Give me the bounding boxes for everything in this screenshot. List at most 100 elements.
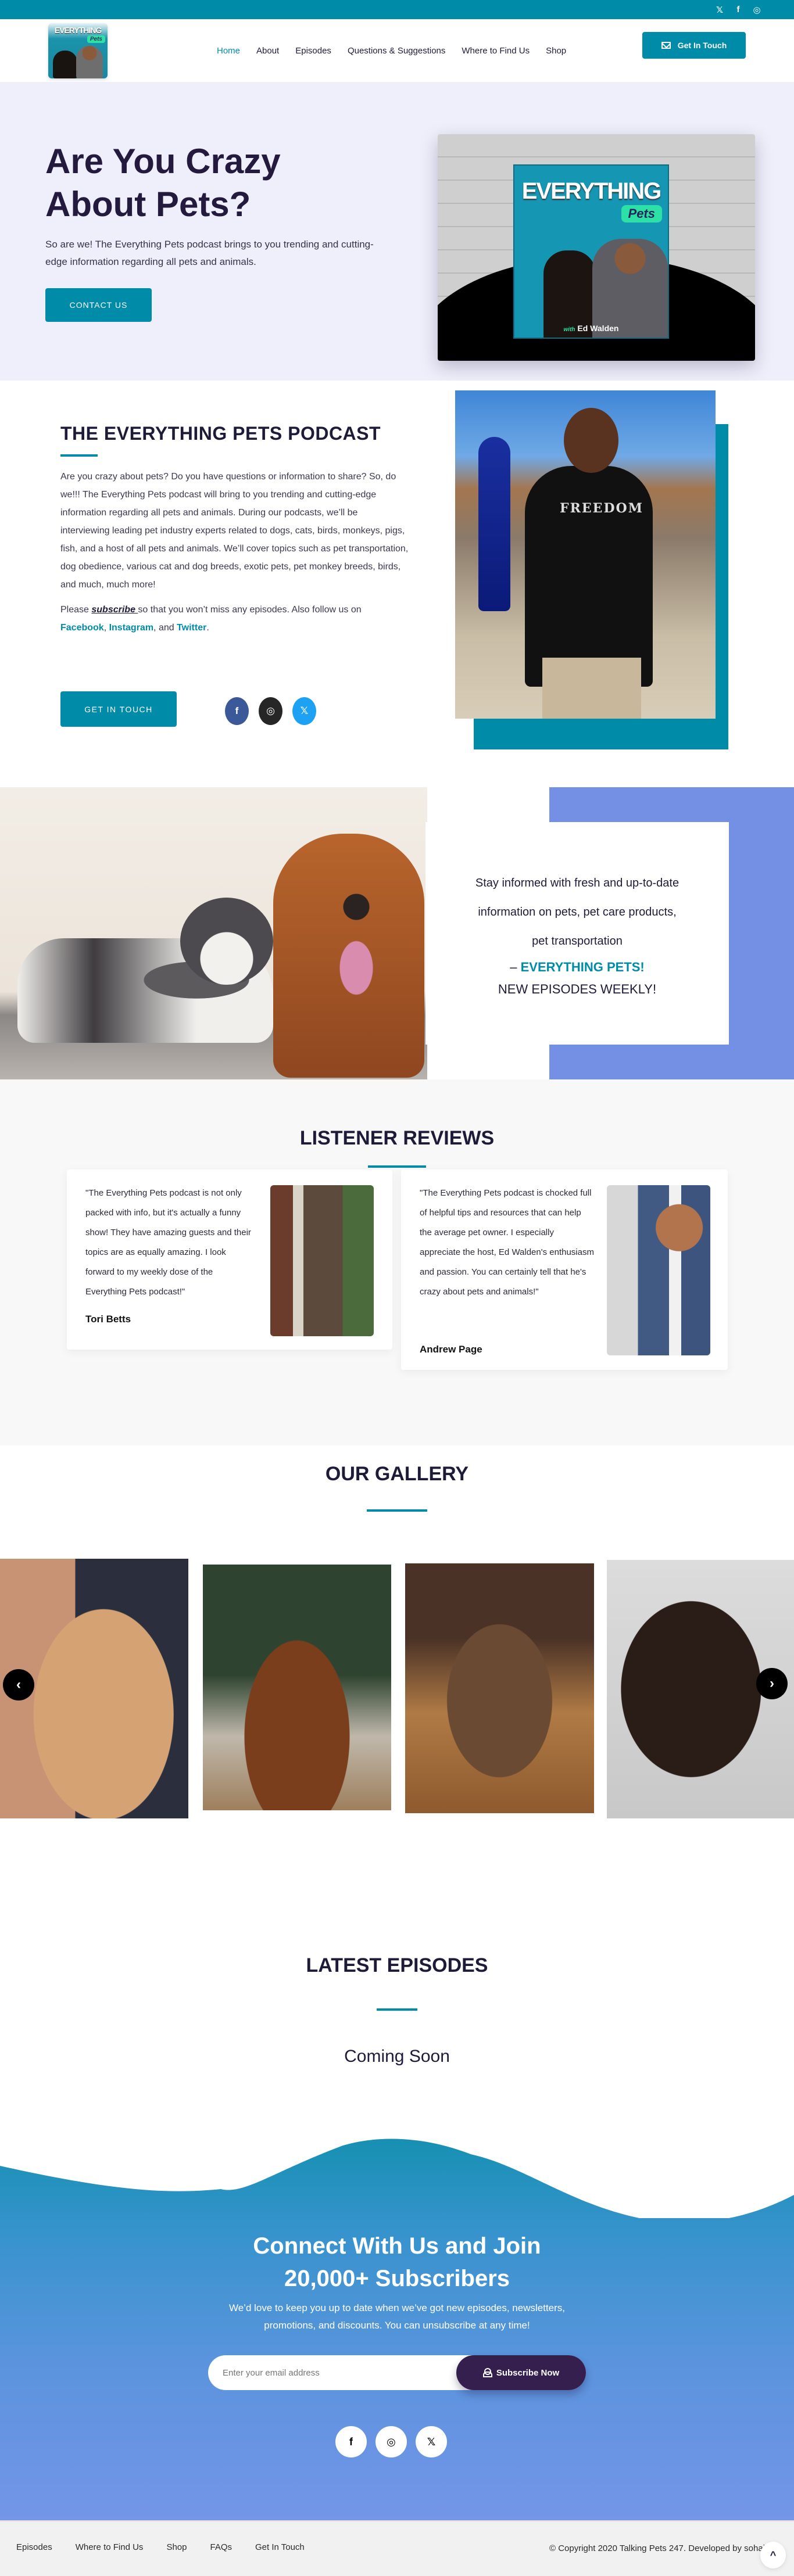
nav-about[interactable]: About (256, 46, 279, 56)
reviews-section: LISTENER REVIEWS "The Everything Pets po… (0, 1079, 794, 1445)
dog-shape (273, 834, 424, 1078)
instagram-icon[interactable]: ◎ (752, 5, 761, 15)
instagram-link[interactable]: Instagram (109, 623, 153, 633)
copyright-text: © Copyright 2020 Talking Pets 247. Devel… (549, 2543, 765, 2553)
episodes-title: LATEST EPISODES (306, 1954, 488, 1976)
text: so that you won’t miss any episodes. Als… (138, 605, 362, 615)
twitter-icon[interactable]: 𝕏 (292, 697, 316, 725)
top-bar: 𝕏 f ◎ (0, 0, 794, 19)
reviewer-name: Andrew Page (420, 1344, 482, 1355)
gallery-prev-button[interactable]: ‹ (3, 1669, 34, 1700)
hero-title-line2: About Pets? (45, 185, 251, 224)
nav-home[interactable]: Home (217, 46, 240, 56)
scroll-to-top-button[interactable]: ^ (760, 2542, 786, 2568)
facebook-icon[interactable]: f (225, 697, 249, 725)
facebook-icon[interactable]: f (335, 2426, 367, 2457)
gallery-image-3[interactable] (405, 1563, 594, 1813)
nav-where-to-find-us[interactable]: Where to Find Us (462, 46, 530, 56)
review-card: "The Everything Pets podcast is chocked … (401, 1169, 728, 1370)
gallery-image-2[interactable] (203, 1565, 391, 1810)
banner-line1: Stay informed with fresh and up-to-date (475, 877, 679, 889)
cover-title: EVERYTHING (521, 178, 662, 204)
subscribe-text-line1: We’d love to keep you up to date when we… (228, 2302, 566, 2313)
cover-badge: Pets (621, 205, 662, 223)
banner-card: Stay informed with fresh and up-to-date … (425, 822, 729, 1045)
subscribe-text: We’d love to keep you up to date when we… (0, 2299, 794, 2334)
reviewer-name: Tori Betts (85, 1314, 131, 1325)
footer-link-where-to-find-us[interactable]: Where to Find Us (76, 2542, 144, 2552)
twitter-link[interactable]: Twitter (177, 623, 206, 633)
logo-badge: Pets (87, 35, 105, 43)
facebook-icon[interactable]: f (734, 5, 743, 15)
subscribe-title: Connect With Us and Join 20,000+ Subscri… (0, 2230, 794, 2295)
about-social-icons: f ◎ 𝕏 (225, 697, 316, 725)
dash: – (510, 960, 521, 974)
envelope-icon (661, 42, 671, 49)
site-logo[interactable]: EVERYTHING Pets (48, 23, 108, 78)
instagram-icon[interactable]: ◎ (375, 2426, 407, 2457)
banner-highlight: – EVERYTHING PETS! (425, 956, 729, 979)
gallery-section: OUR GALLERY ‹ › (0, 1445, 794, 1933)
banner-line3: pet transportation (532, 935, 623, 948)
about-paragraph: Are you crazy about pets? Do you have qu… (60, 472, 409, 590)
highlight-text: EVERYTHING PETS! (520, 960, 645, 974)
podcast-cover: EVERYTHING Pets with Ed Walden (513, 164, 669, 339)
text: , and (153, 623, 177, 633)
review-card: "The Everything Pets podcast is not only… (67, 1169, 392, 1350)
text: . (206, 623, 209, 633)
podcast-cover-image: EVERYTHING Pets with Ed Walden (438, 134, 755, 361)
subscribe-link[interactable]: subscribe (91, 605, 138, 615)
shirt-shape (525, 466, 653, 687)
main-nav: Home About Episodes Questions & Suggesti… (217, 46, 582, 56)
subscribe-title-line1: Connect With Us and Join (253, 2233, 541, 2259)
twitter-icon[interactable]: 𝕏 (416, 2426, 447, 2457)
site-header: EVERYTHING Pets Home About Episodes Ques… (0, 19, 794, 82)
title-underline (60, 454, 98, 457)
get-in-touch-label: Get In Touch (677, 41, 727, 50)
get-in-touch-button[interactable]: Get In Touch (642, 32, 746, 59)
reviewer-photo (607, 1185, 710, 1355)
gallery-title: OUR GALLERY (325, 1463, 469, 1485)
cover-with: with (563, 327, 575, 333)
hero-section: Are You Crazy About Pets? So are we! The… (0, 82, 794, 381)
nav-questions-suggestions[interactable]: Questions & Suggestions (348, 46, 445, 56)
head-shape (564, 408, 618, 473)
nav-episodes[interactable]: Episodes (295, 46, 331, 56)
twitter-icon[interactable]: 𝕏 (715, 5, 724, 15)
site-footer: Episodes Where to Find Us Shop FAQs Get … (0, 2520, 794, 2576)
title-underline (367, 1509, 427, 1512)
gallery-next-button[interactable]: › (756, 1668, 788, 1699)
subscribe-title-line2: 20,000+ Subscribers (284, 2266, 510, 2291)
footer-link-shop[interactable]: Shop (166, 2542, 187, 2552)
footer-link-get-in-touch[interactable]: Get In Touch (255, 2542, 305, 2552)
nav-shop[interactable]: Shop (546, 46, 566, 56)
cover-host (592, 239, 668, 338)
cover-host-label: Ed Walden (577, 324, 619, 333)
text: Please (60, 605, 92, 615)
contact-us-button[interactable]: CONTACT US (45, 288, 152, 322)
banner-line2: information on pets, pet care products, (478, 906, 677, 919)
subscribe-text-line2: promotions, and discounts. You can unsub… (264, 2320, 530, 2331)
user-icon (482, 2368, 492, 2377)
about-follow-paragraph: Please subscribe so that you won’t miss … (60, 601, 409, 637)
instagram-icon[interactable]: ◎ (259, 697, 282, 725)
cat-and-dog-photo (0, 787, 427, 1079)
reviews-title: LISTENER REVIEWS (299, 1127, 495, 1149)
subscribe-social-icons: f ◎ 𝕏 (335, 2426, 447, 2457)
subscribe-now-button[interactable]: Subscribe Now (456, 2355, 586, 2390)
footer-link-episodes[interactable]: Episodes (16, 2542, 52, 2552)
footer-link-faqs[interactable]: FAQs (210, 2542, 232, 2552)
about-podcast-section: THE EVERYTHING PETS PODCAST Are you craz… (0, 381, 794, 787)
latest-episodes-section: LATEST EPISODES Coming Soon (0, 1933, 794, 2131)
episodes-status: Coming Soon (344, 2047, 450, 2066)
parrot-shape (478, 437, 510, 611)
hero-title-line1: Are You Crazy (45, 142, 281, 181)
title-underline (368, 1165, 426, 1168)
subscribe-button-label: Subscribe Now (496, 2367, 560, 2378)
facebook-link[interactable]: Facebook (60, 623, 104, 633)
get-in-touch-button-secondary[interactable]: GET IN TOUCH (60, 691, 177, 727)
footer-nav: Episodes Where to Find Us Shop FAQs Get … (16, 2542, 305, 2552)
logo-host-image (76, 45, 103, 78)
pants-shape (542, 658, 641, 719)
title-underline (377, 2008, 417, 2011)
